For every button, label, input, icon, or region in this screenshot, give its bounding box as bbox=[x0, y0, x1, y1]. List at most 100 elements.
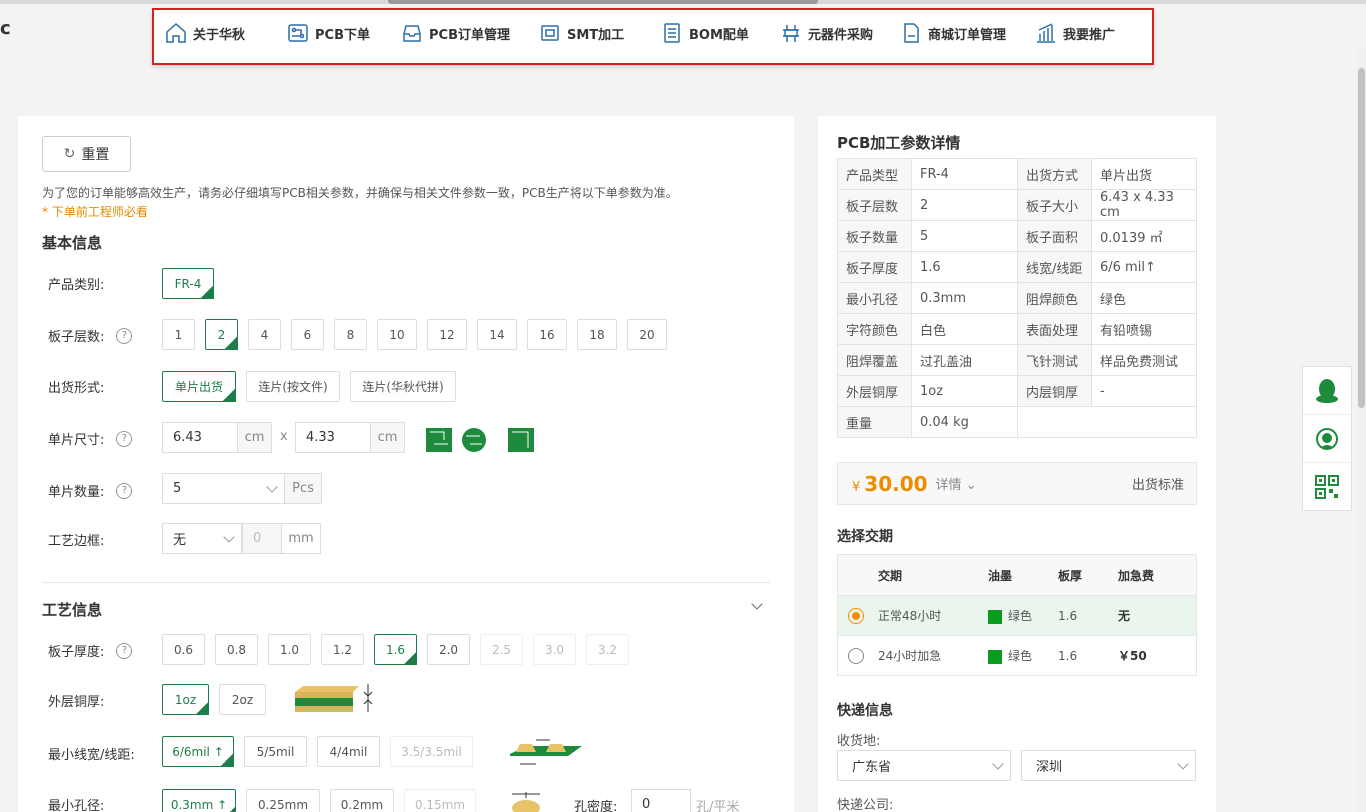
copper-option-2oz[interactable]: 2oz bbox=[219, 684, 266, 715]
thickness-option-1-6[interactable]: 1.6 bbox=[374, 634, 417, 665]
table-row: 外层铜厚 1oz 内层铜厚 - bbox=[837, 375, 1197, 407]
express-title: 快递信息 bbox=[837, 703, 893, 719]
collapse-chevron-icon[interactable] bbox=[751, 598, 763, 610]
size-separator: x bbox=[280, 429, 288, 444]
shipping-option-panel-auto[interactable]: 连片(华秋代拼) bbox=[350, 371, 456, 402]
table-row: 板子数量 5 板子面积 0.0139 ㎡ bbox=[837, 220, 1197, 252]
table-row: 板子层数 2 板子大小 6.43 x 4.33 cm bbox=[837, 189, 1197, 221]
edge-width-input[interactable]: 0 bbox=[242, 523, 282, 554]
params-table: 产品类型 FR-4 出货方式 单片出货 板子层数 2 板子大小 6.43 x 4.33 cm… bbox=[837, 158, 1197, 438]
help-icon[interactable]: ? bbox=[116, 327, 133, 344]
home-icon bbox=[166, 22, 186, 43]
price-box: ¥ 30.00 详情 ⌄ 出货标准 bbox=[837, 462, 1197, 505]
order-form-panel: ↻ 重置 为了您的订单能够高效生产，请务必仔细填写PCB相关参数，并确保与相关文… bbox=[18, 116, 794, 812]
customer-service-button[interactable] bbox=[1303, 415, 1351, 463]
hole-option-0-2[interactable]: 0.2mm bbox=[330, 789, 394, 812]
qq-chat-button[interactable] bbox=[1303, 367, 1351, 415]
scrollbar-thumb[interactable] bbox=[1358, 68, 1365, 408]
layer-option-10[interactable]: 10 bbox=[377, 319, 417, 350]
lead-time-table: 交期 油墨 板厚 加急费 正常48小时 绿色 1.6 无 24小时加急 绿色 1… bbox=[837, 554, 1197, 676]
hole-density-input[interactable]: 0 bbox=[631, 789, 691, 812]
layer-option-1[interactable]: 1 bbox=[162, 319, 195, 350]
trace-option-6mil[interactable]: 6/6mil ↑ bbox=[162, 736, 234, 767]
nav-bom[interactable]: BOM配单 bbox=[660, 20, 749, 46]
help-icon[interactable]: ? bbox=[116, 430, 133, 447]
nav-pcb-order-manage[interactable]: PCB订单管理 bbox=[400, 20, 510, 46]
thickness-option-0-8[interactable]: 0.8 bbox=[215, 634, 258, 665]
page-scrollbar[interactable] bbox=[1357, 48, 1366, 812]
radio-selected[interactable] bbox=[848, 607, 864, 624]
city-select[interactable]: 深圳 bbox=[1021, 750, 1196, 781]
layer-option-4[interactable]: 4 bbox=[248, 319, 281, 350]
thickness-option-2-0[interactable]: 2.0 bbox=[427, 634, 470, 665]
hole-option-0-3[interactable]: 0.3mm ↑ bbox=[162, 789, 236, 812]
nav-promote[interactable]: 我要推广 bbox=[1034, 20, 1115, 46]
price-detail-toggle[interactable]: 详情 ⌄ bbox=[936, 474, 977, 493]
qr-code-button[interactable] bbox=[1303, 463, 1351, 511]
brand-logo-fragment: c bbox=[0, 18, 11, 39]
size-label: 单片尺寸:? bbox=[48, 429, 133, 448]
layer-option-18[interactable]: 18 bbox=[577, 319, 617, 350]
size-x-unit: cm bbox=[237, 422, 272, 453]
qq-penguin-icon bbox=[1316, 378, 1338, 403]
document-icon bbox=[904, 23, 919, 43]
layer-option-12[interactable]: 12 bbox=[427, 319, 467, 350]
thickness-option-2-5: 2.5 bbox=[480, 634, 523, 665]
lead-option-normal[interactable]: 正常48小时 绿色 1.6 无 bbox=[838, 595, 1196, 635]
layer-option-14[interactable]: 14 bbox=[477, 319, 517, 350]
province-select[interactable]: 广东省 bbox=[837, 750, 1011, 781]
summary-title: PCB加工参数详情 bbox=[837, 134, 961, 152]
floating-side-tools bbox=[1302, 366, 1352, 511]
green-ink-swatch bbox=[988, 609, 1002, 624]
table-row: 阻焊覆盖 过孔盖油 飞针测试 样品免费测试 bbox=[837, 344, 1197, 376]
lead-time-title: 选择交期 bbox=[837, 529, 893, 545]
size-x-input[interactable]: 6.43 bbox=[162, 422, 238, 453]
nav-about[interactable]: 关于华秋 bbox=[164, 20, 245, 46]
trace-option-5mil[interactable]: 5/5mil bbox=[244, 736, 307, 767]
layer-option-8[interactable]: 8 bbox=[334, 319, 367, 350]
quantity-unit: Pcs bbox=[284, 473, 322, 504]
engineer-notice-link[interactable]: * 下单前工程师必看 bbox=[42, 203, 148, 220]
bar-chart-icon bbox=[1037, 23, 1055, 43]
nav-smt[interactable]: SMT加工 bbox=[538, 20, 624, 46]
layer-option-16[interactable]: 16 bbox=[527, 319, 567, 350]
nav-pcb-order[interactable]: PCB下单 bbox=[286, 20, 370, 46]
pcb-board-icon bbox=[288, 24, 308, 42]
green-ink-swatch bbox=[988, 649, 1002, 664]
hole-option-0-25[interactable]: 0.25mm bbox=[246, 789, 320, 812]
thickness-option-3-2: 3.2 bbox=[586, 634, 629, 665]
chevron-down-icon bbox=[266, 481, 278, 493]
table-row: 板子厚度 1.6 线宽/线距 6/6 mil↑ bbox=[837, 251, 1197, 283]
table-row: 重量 0.04 kg bbox=[837, 406, 1197, 438]
trace-width-diagram bbox=[506, 734, 586, 774]
category-label: 产品类别: bbox=[48, 278, 105, 293]
edge-select[interactable]: 无 bbox=[162, 523, 242, 554]
thickness-option-0-6[interactable]: 0.6 bbox=[162, 634, 205, 665]
hole-option-0-15: 0.15mm bbox=[404, 789, 476, 812]
shipping-option-single[interactable]: 单片出货 bbox=[162, 371, 236, 402]
summary-panel: PCB加工参数详情 产品类型 FR-4 出货方式 单片出货 板子层数 2 板子大小 6.43… bbox=[818, 116, 1216, 812]
pcb-shape-samples-icon bbox=[424, 424, 544, 458]
copper-option-1oz[interactable]: 1oz bbox=[162, 684, 209, 715]
thickness-option-3-0: 3.0 bbox=[533, 634, 576, 665]
ship-standard-link[interactable]: 出货标准 bbox=[1132, 474, 1184, 493]
thickness-option-1-2[interactable]: 1.2 bbox=[321, 634, 364, 665]
layer-option-6[interactable]: 6 bbox=[291, 319, 324, 350]
radio-unselected[interactable] bbox=[848, 647, 864, 664]
help-icon[interactable]: ? bbox=[116, 642, 133, 659]
shipping-option-panel-file[interactable]: 连片(按文件) bbox=[246, 371, 340, 402]
browser-tab-strip bbox=[0, 0, 1366, 4]
ship-from-label: 收货地: bbox=[837, 734, 881, 749]
reset-button[interactable]: ↻ 重置 bbox=[42, 136, 131, 172]
help-icon[interactable]: ? bbox=[116, 482, 133, 499]
lead-option-urgent[interactable]: 24小时加急 绿色 1.6 ￥50 bbox=[838, 635, 1196, 675]
quantity-select[interactable]: 5 bbox=[162, 473, 285, 504]
category-option-fr4[interactable]: FR-4 bbox=[162, 268, 214, 299]
thickness-option-1-0[interactable]: 1.0 bbox=[268, 634, 311, 665]
size-y-input[interactable]: 4.33 bbox=[295, 422, 371, 453]
nav-components[interactable]: 元器件采购 bbox=[779, 20, 873, 46]
trace-option-4mil[interactable]: 4/4mil bbox=[317, 736, 380, 767]
layer-option-2[interactable]: 2 bbox=[205, 319, 238, 350]
layer-option-20[interactable]: 20 bbox=[627, 319, 667, 350]
nav-mall-orders[interactable]: 商城订单管理 bbox=[899, 20, 1006, 46]
